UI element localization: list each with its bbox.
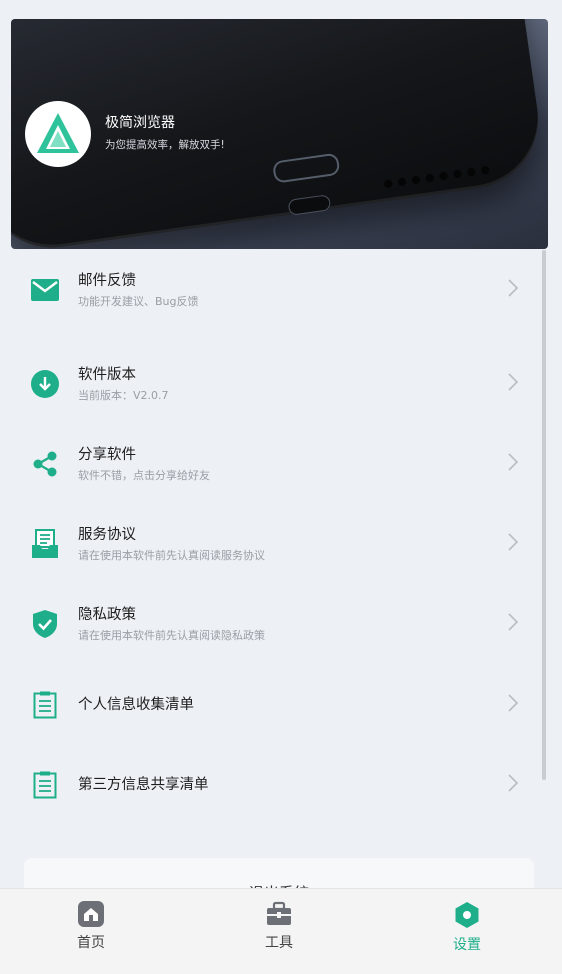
menu-item-mail-feedback[interactable]: 邮件反馈功能开发建议、Bug反馈 — [0, 260, 540, 320]
chevron-right-icon — [508, 279, 519, 301]
menu-item-service-agreement[interactable]: 服务协议请在使用本软件前先认真阅读服务协议 — [0, 514, 540, 574]
menu-title: 分享软件 — [78, 446, 136, 463]
menu-item-privacy-policy[interactable]: 隐私政策请在使用本软件前先认真阅读隐私政策 — [0, 594, 540, 654]
mail-icon — [30, 275, 60, 305]
menu-subtitle: 当前版本：V2.0.7 — [78, 388, 169, 402]
inbox-document-icon — [30, 529, 60, 559]
chevron-right-icon — [508, 373, 519, 395]
app-name: 极简浏览器 — [105, 115, 175, 131]
settings-icon — [455, 902, 479, 928]
checklist-icon — [30, 690, 60, 720]
menu-subtitle: 请在使用本软件前先认真阅读服务协议 — [78, 548, 265, 562]
chevron-right-icon — [508, 774, 519, 796]
download-icon — [30, 369, 60, 399]
menu-title: 软件版本 — [78, 366, 136, 383]
menu-title: 隐私政策 — [78, 606, 136, 623]
checklist-icon — [30, 770, 60, 800]
menu-item-personal-info-list[interactable]: 个人信息收集清单 — [0, 675, 540, 735]
menu-title: 服务协议 — [78, 526, 136, 543]
shield-check-icon — [30, 609, 60, 639]
menu-subtitle: 软件不错，点击分享给好友 — [78, 468, 210, 482]
chevron-right-icon — [508, 453, 519, 475]
app-logo — [25, 101, 91, 167]
menu-item-share[interactable]: 分享软件软件不错，点击分享给好友 — [0, 434, 540, 494]
tab-settings[interactable]: 设置 — [422, 901, 512, 954]
chevron-right-icon — [508, 533, 519, 555]
chevron-right-icon — [508, 613, 519, 635]
menu-title: 第三方信息共享清单 — [78, 777, 209, 793]
menu-item-version[interactable]: 软件版本当前版本：V2.0.7 — [0, 354, 540, 414]
toolbox-icon — [267, 901, 291, 925]
share-icon — [30, 449, 60, 479]
header-banner: 极简浏览器 为您提高效率，解放双手! — [11, 19, 548, 249]
app-slogan: 为您提高效率，解放双手! — [105, 139, 225, 151]
phone-photo — [11, 19, 548, 249]
bottom-tab-bar: 首页 工具 设置 — [0, 888, 562, 974]
menu-title: 个人信息收集清单 — [78, 697, 194, 713]
tab-label: 设置 — [453, 937, 481, 953]
menu-subtitle: 功能开发建议、Bug反馈 — [78, 294, 199, 308]
menu-subtitle: 请在使用本软件前先认真阅读隐私政策 — [78, 628, 265, 642]
tab-tools[interactable]: 工具 — [234, 901, 324, 952]
home-icon — [78, 901, 104, 927]
menu-item-third-party-share-list[interactable]: 第三方信息共享清单 — [0, 755, 540, 815]
scrollbar[interactable] — [542, 250, 546, 780]
menu-title: 邮件反馈 — [78, 272, 136, 289]
tab-label: 工具 — [265, 935, 293, 951]
tab-label: 首页 — [77, 935, 105, 951]
chevron-right-icon — [508, 694, 519, 716]
tab-home[interactable]: 首页 — [46, 901, 136, 952]
